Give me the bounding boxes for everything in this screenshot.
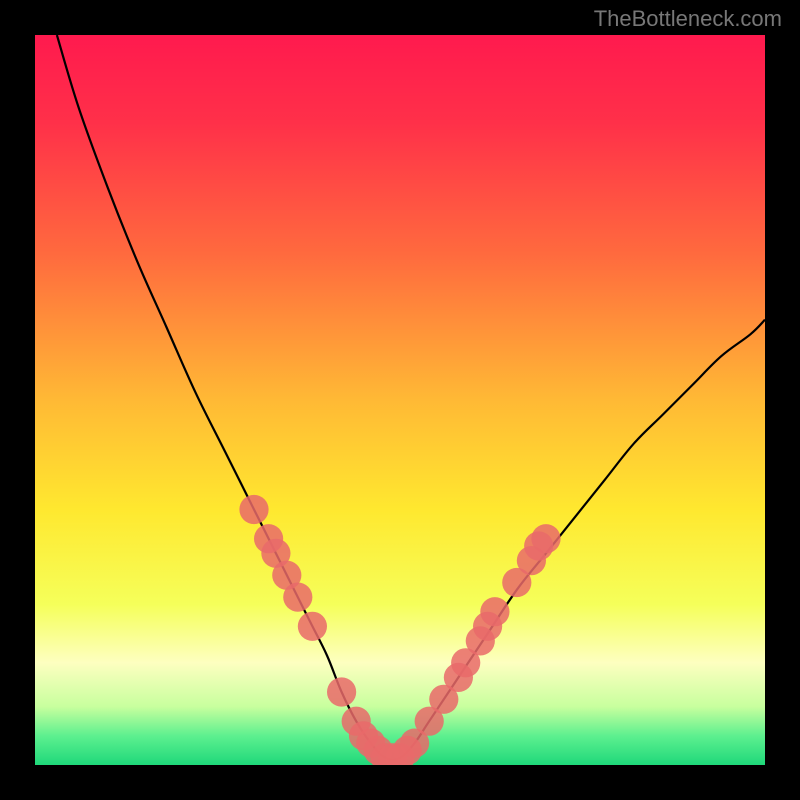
data-marker (531, 524, 560, 553)
data-marker (480, 597, 509, 626)
data-marker (239, 495, 268, 524)
chart-svg (35, 35, 765, 765)
chart-background (35, 35, 765, 765)
watermark-text: TheBottleneck.com (594, 6, 782, 32)
data-marker (298, 612, 327, 641)
chart-container (35, 35, 765, 765)
data-marker (327, 677, 356, 706)
data-marker (283, 583, 312, 612)
